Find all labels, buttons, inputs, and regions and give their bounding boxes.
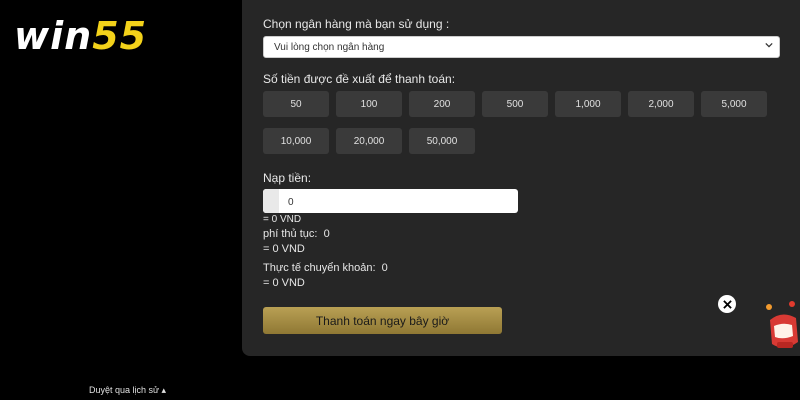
amount-button[interactable]: 200 [409,91,475,117]
bank-select-placeholder: Vui lòng chọn ngân hàng [274,42,385,53]
fee-value: 0 [323,228,330,240]
amount-button[interactable]: 1,000 [555,91,621,117]
amount-button[interactable]: 100 [336,91,402,117]
history-link[interactable]: Duyệt qua lịch sử ▴ [89,385,166,396]
pay-now-button[interactable]: Thanh toán ngay bây giờ [263,307,502,334]
deposit-input-wrapper [263,189,518,213]
close-icon[interactable] [718,295,736,313]
deposit-input[interactable] [279,189,518,213]
logo-number: 55 [92,14,148,58]
actual-label: Thực tế chuyển khoản: [263,262,376,274]
logo-text: win [14,14,93,58]
bank-label: Chọn ngân hàng mà bạn sử dụng : [263,17,450,31]
amount-button[interactable]: 5,000 [701,91,767,117]
actual-row: Thực tế chuyển khoản: 0 [263,262,388,274]
fee-label: phí thủ tục: [263,228,318,240]
deposit-panel: Chọn ngân hàng mà bạn sử dụng : Vui lòng… [242,0,800,356]
fee-row: phí thủ tục: 0 [263,228,330,240]
bank-select[interactable]: Vui lòng chọn ngân hàng [263,36,780,58]
amount-button[interactable]: 20,000 [336,128,402,154]
gift-icon[interactable] [762,298,800,356]
amount-button[interactable]: 50,000 [409,128,475,154]
input-prefix [263,189,279,213]
amount-button[interactable]: 50 [263,91,329,117]
fee-converted: = 0 VND [263,243,305,255]
amount-button[interactable]: 2,000 [628,91,694,117]
deposit-converted: = 0 VND [263,214,302,225]
actual-value: 0 [381,262,388,274]
chevron-down-icon [765,42,773,48]
suggest-label: Số tiền được đề xuất để thanh toán: [263,72,456,86]
logo: win55 [14,12,147,60]
amount-button[interactable]: 500 [482,91,548,117]
amount-button[interactable]: 10,000 [263,128,329,154]
close-glyph [722,299,732,309]
actual-converted: = 0 VND [263,277,305,289]
deposit-label: Nạp tiền: [263,171,312,185]
